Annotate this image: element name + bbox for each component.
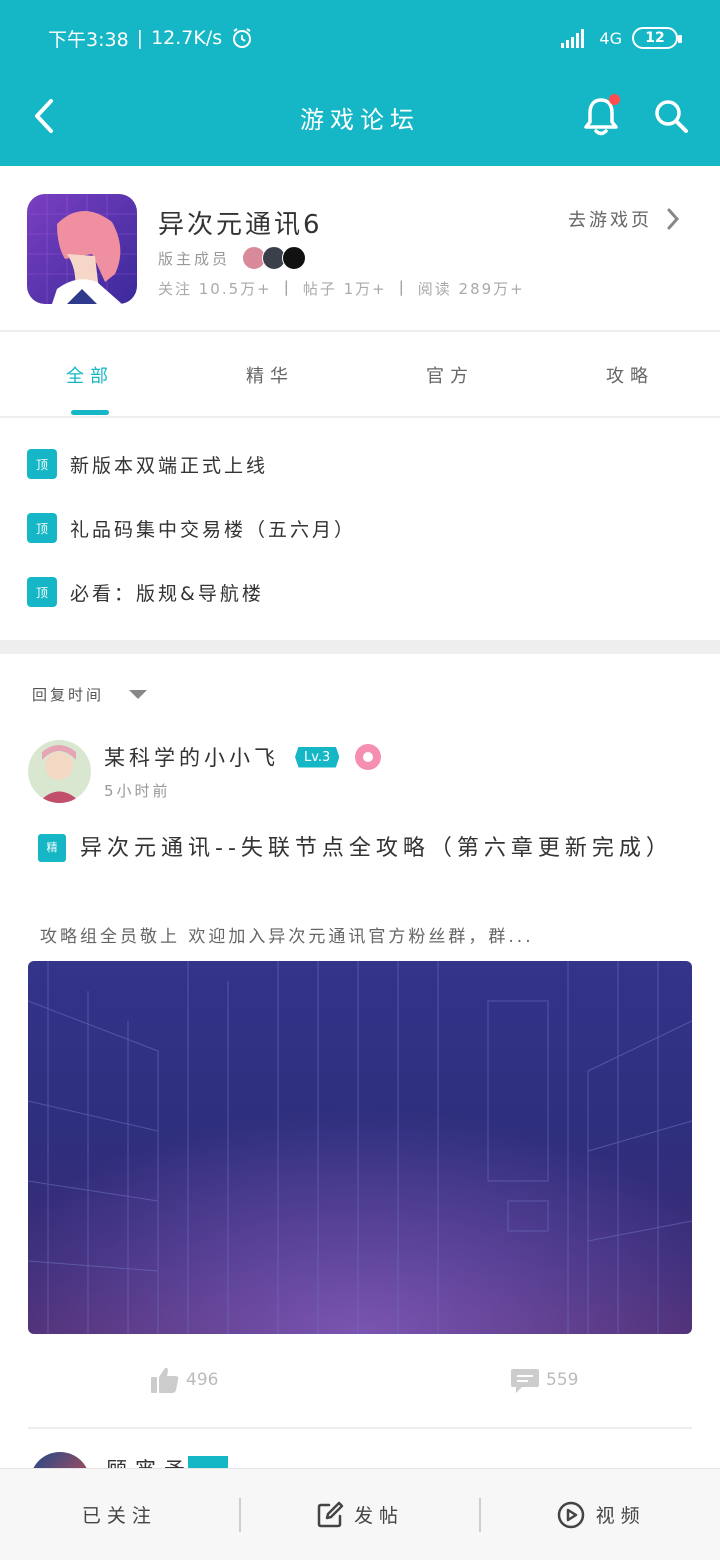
like-count: 496: [186, 1370, 219, 1390]
post-title[interactable]: 精异次元通讯--失联节点全攻略（第六章更新完成）: [38, 824, 688, 874]
level-badge: Lv.3: [295, 746, 340, 768]
bottom-action-bar: 已关注 发帖 视频: [0, 1468, 720, 1560]
read-count: 阅读 289万+: [417, 280, 525, 298]
pinned-post-title: 新版本双端正式上线: [70, 454, 269, 477]
gender-badge: [355, 744, 382, 770]
avatar: [282, 246, 307, 270]
pinned-posts: 顶 新版本双端正式上线 顶 礼品码集中交易楼（五六月） 顶 必看：版规&导航楼: [0, 432, 720, 624]
video-button[interactable]: 视频: [481, 1469, 720, 1560]
search-icon: [655, 100, 688, 133]
battery-indicator: 12: [632, 27, 682, 49]
pinned-badge: 顶: [27, 577, 57, 607]
post-actions: 496 559: [28, 1366, 692, 1396]
thumbs-up-icon: [151, 1367, 179, 1393]
post-time: 5小时前: [104, 782, 171, 800]
edit-icon: [317, 1501, 344, 1527]
comment-icon: [511, 1369, 539, 1393]
caret-down-icon: [129, 689, 148, 699]
notification-dot: [609, 94, 620, 105]
comment-button[interactable]: 559: [510, 1366, 578, 1394]
tab-essence[interactable]: 精华: [180, 332, 360, 416]
essence-badge: 精: [38, 834, 66, 862]
moderator-avatars[interactable]: [242, 246, 307, 270]
sort-dropdown[interactable]: 回复时间: [32, 684, 148, 705]
play-icon: [557, 1501, 584, 1528]
post-author[interactable]: 某科学的小小飞 Lv.3: [104, 742, 382, 772]
tab-official[interactable]: 官方: [360, 332, 540, 416]
post-count: 帖子 1万+: [302, 280, 387, 298]
tab-guides[interactable]: 攻略: [540, 332, 720, 416]
post-image[interactable]: [28, 961, 692, 1334]
female-icon: [363, 752, 374, 762]
avatar[interactable]: [28, 740, 91, 803]
search-button[interactable]: [646, 88, 696, 144]
status-bar: 下午3:38 | 12.7K/s 4G 12: [48, 22, 682, 54]
pinned-badge: 顶: [27, 513, 57, 543]
status-time: 下午3:38: [48, 28, 129, 51]
game-title: 异次元通讯6: [158, 210, 323, 240]
follow-count: 关注 10.5万+: [158, 280, 272, 298]
status-speed: 12.7K/s: [151, 27, 223, 49]
pinned-post-item[interactable]: 顶 新版本双端正式上线: [0, 432, 720, 496]
forum-tabs: 全部 精华 官方 攻略: [0, 332, 720, 418]
pinned-post-item[interactable]: 顶 礼品码集中交易楼（五六月）: [0, 496, 720, 560]
moderators-row: 版主成员: [158, 246, 307, 270]
network-type: 4G: [599, 28, 622, 48]
section-divider: [0, 640, 720, 654]
pinned-post-title: 必看：版规&导航楼: [70, 582, 264, 605]
game-stats: 关注 10.5万+ | 帖子 1万+ | 阅读 289万+: [158, 278, 525, 298]
post-divider: [28, 1427, 692, 1429]
post-card[interactable]: 顾宵予: [28, 1450, 692, 1470]
game-icon[interactable]: [27, 194, 137, 304]
pinned-badge: 顶: [27, 449, 57, 479]
like-button[interactable]: 496: [150, 1366, 218, 1394]
tab-all[interactable]: 全部: [0, 332, 180, 416]
post-excerpt: 攻略组全员敬上 欢迎加入异次元通讯官方粉丝群，群...: [40, 927, 534, 947]
notifications-button[interactable]: [576, 88, 626, 144]
pinned-post-title: 礼品码集中交易楼（五六月）: [70, 518, 357, 541]
signal-icon: [561, 29, 585, 48]
tab-underline: [71, 410, 109, 415]
new-post-button[interactable]: 发帖: [241, 1469, 480, 1560]
sort-label: 回复时间: [32, 686, 105, 704]
followed-button[interactable]: 已关注: [0, 1469, 239, 1560]
alarm-icon: [233, 28, 252, 48]
pinned-post-item[interactable]: 顶 必看：版规&导航楼: [0, 560, 720, 624]
chevron-right-icon: [667, 208, 680, 230]
comment-count: 559: [546, 1370, 579, 1390]
goto-game-link[interactable]: 去游戏页: [568, 206, 680, 232]
app-header: 下午3:38 | 12.7K/s 4G 12 游戏论坛: [0, 0, 720, 166]
game-info-card: 异次元通讯6 去游戏页 版主成员 关注 10.5万+ | 帖子 1万+ | 阅读…: [0, 166, 720, 332]
